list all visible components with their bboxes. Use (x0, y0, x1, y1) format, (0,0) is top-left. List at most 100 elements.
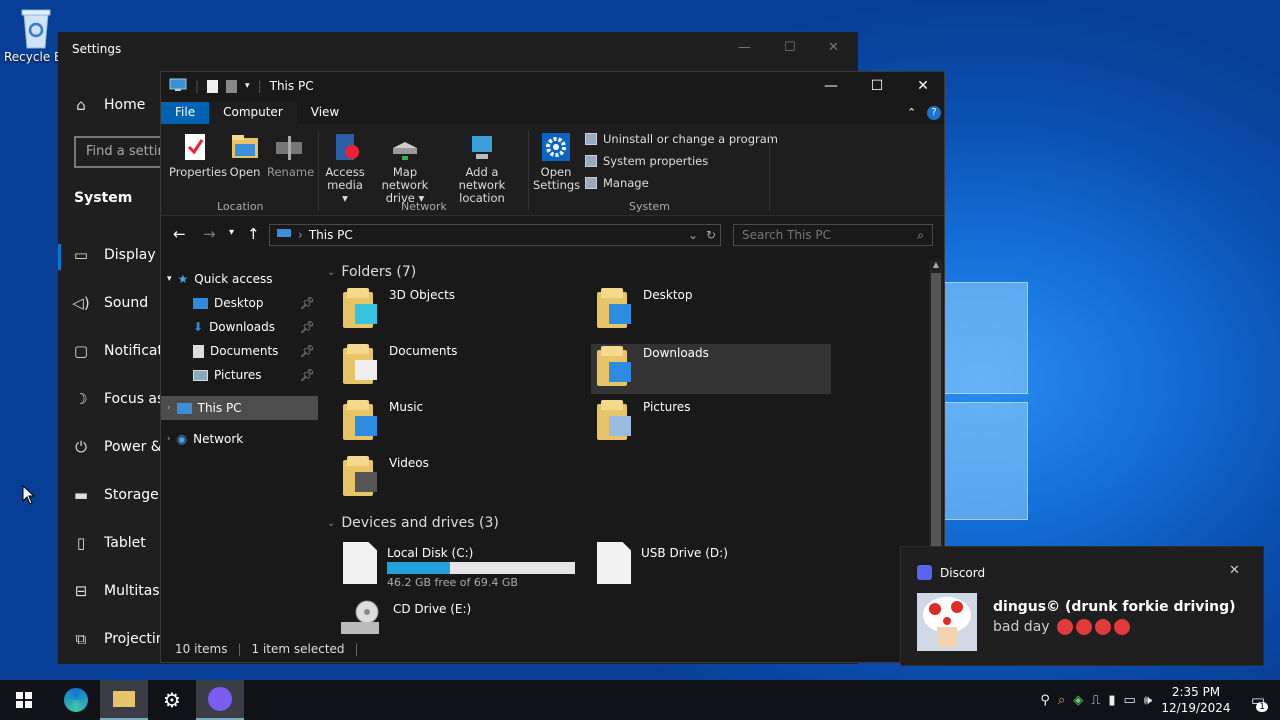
toad-avatar (917, 593, 977, 651)
settings-minimize-button[interactable]: — (738, 40, 751, 55)
drives-header[interactable]: ⌄ Devices and drives (3) (327, 515, 499, 531)
drive-e[interactable]: CD Drive (E:) (339, 598, 471, 641)
open-settings-button[interactable]: Open Settings (533, 132, 580, 192)
nav-documents[interactable]: Documents 📌︎ (193, 344, 315, 358)
network-status-icon[interactable]: ▭ (1124, 693, 1136, 708)
settings-nav-speaker[interactable]: ◁) Sound (72, 294, 148, 312)
doc-folder-icon (343, 344, 379, 384)
discord-taskbar-button[interactable] (196, 680, 244, 720)
folders-header[interactable]: ⌄ Folders (7) (327, 264, 416, 280)
devil-emoji-icon (1075, 619, 1092, 635)
group-system: System (629, 200, 671, 213)
properties-button[interactable]: Properties (169, 132, 227, 179)
explorer-taskbar-button[interactable] (100, 680, 148, 720)
drive-icon (343, 542, 377, 584)
settings-taskbar-button[interactable]: ⚙ (148, 680, 196, 720)
nav-desktop[interactable]: Desktop 📌︎ (193, 296, 315, 310)
drive-c[interactable]: Local Disk (C:) 46.2 GB free of 69.4 GB (343, 542, 583, 589)
discord-notification[interactable]: Discord ✕ dingus© (drunk forkie driving)… (900, 546, 1264, 666)
settings-nav-monitor[interactable]: ▭ Display (72, 246, 156, 264)
search-tray-icon[interactable]: ⌕ (1058, 693, 1065, 708)
explorer-minimize-button[interactable]: — (808, 72, 854, 100)
uninstall-icon (585, 133, 597, 145)
recent-locations-icon[interactable]: ▾ (229, 227, 234, 238)
nav-pictures[interactable]: Pictures 📌︎ (193, 368, 315, 382)
system-properties-button[interactable]: System properties (585, 154, 708, 168)
toast-close-button[interactable]: ✕ (1229, 563, 1240, 578)
usb-icon[interactable]: ⎍ (1091, 693, 1100, 708)
tab-file[interactable]: File (161, 102, 210, 124)
collapse-chevron-icon: ⌄ (327, 517, 336, 529)
tab-computer[interactable]: Computer (209, 102, 297, 124)
refresh-icon[interactable]: ↻ (706, 228, 716, 242)
settings-nav-storage[interactable]: ▬ Storage (72, 486, 159, 504)
network-tray-icon[interactable]: ⚲ (1040, 693, 1050, 708)
explorer-window[interactable]: | ▾ | This PC — ☐ ✕ File Computer View ⌃… (160, 71, 945, 663)
pin-icon: 📌︎ (299, 320, 315, 334)
video-folder-icon (343, 456, 379, 496)
discord-icon (917, 565, 932, 580)
address-bar[interactable]: › This PC ⌄ ↻ (269, 224, 721, 246)
folder-videos[interactable]: Videos (343, 456, 583, 506)
settings-nav-tablet[interactable]: ▯ Tablet (72, 534, 146, 552)
scroll-thumb[interactable] (931, 273, 941, 553)
settings-maximize-button[interactable]: ☐ (784, 40, 796, 55)
rename-button[interactable]: Rename (267, 132, 314, 179)
settings-nav-power[interactable]: ⏻Power & sleep (72, 438, 164, 456)
properties-icon (180, 132, 210, 162)
settings-nav-notification[interactable]: ▢Notifications & actions (72, 342, 164, 360)
collapsed-chevron-icon: › (167, 403, 171, 413)
add-network-location-button[interactable]: Add a network location (443, 132, 521, 205)
map-network-drive-button[interactable]: Map network drive ▾ (369, 132, 441, 205)
scroll-up-icon[interactable]: ▲ (929, 260, 943, 269)
newfolder-quick-icon[interactable] (226, 79, 238, 93)
explorer-search-input[interactable]: Search This PC ⌕ (733, 224, 933, 246)
settings-close-button[interactable]: ✕ (828, 40, 839, 55)
settings-home[interactable]: ⌂ Home (72, 96, 145, 114)
nav-network[interactable]: › ◉ Network (167, 432, 243, 446)
uninstall-program-button[interactable]: Uninstall or change a program (585, 132, 778, 146)
folder-3d-objects[interactable]: 3D Objects (343, 288, 583, 338)
nav-this-pc[interactable]: › This PC (161, 396, 318, 420)
forward-arrow-icon[interactable]: → (203, 225, 216, 243)
access-media-button[interactable]: Access media ▾ (323, 132, 367, 205)
settings-nav-multitask[interactable]: ⊟Multitasking (72, 582, 164, 600)
edge-taskbar-button[interactable] (52, 680, 100, 720)
manage-button[interactable]: Manage (585, 176, 649, 190)
folder-downloads[interactable]: Downloads (591, 344, 831, 394)
address-dropdown-icon[interactable]: ⌄ (688, 228, 698, 242)
explorer-maximize-button[interactable]: ☐ (854, 72, 900, 100)
explorer-close-button[interactable]: ✕ (900, 72, 946, 100)
clock[interactable]: 2:35 PM 12/19/2024 (1156, 684, 1236, 716)
action-center-button[interactable]: ▭ 1 (1236, 680, 1280, 720)
microphone-icon[interactable]: ▮ (1108, 693, 1115, 708)
open-button[interactable]: Open (227, 132, 263, 179)
volume-icon[interactable]: 🕪︎ (1144, 693, 1152, 708)
devil-emoji-icon (1113, 619, 1130, 635)
desktop-icon (193, 297, 208, 309)
folder-desktop[interactable]: Desktop (597, 288, 837, 338)
settings-nav-moon[interactable]: ☽Focus assist (72, 390, 164, 408)
drive-d[interactable]: USB Drive (D:) (597, 542, 728, 584)
up-arrow-icon[interactable]: ↑ (247, 225, 260, 243)
start-button[interactable] (0, 680, 48, 720)
toast-body: bad day (993, 619, 1130, 635)
folder-pictures[interactable]: Pictures (597, 400, 837, 450)
address-text: This PC (308, 228, 353, 242)
help-icon[interactable]: ? (927, 106, 941, 120)
folder-documents[interactable]: Documents (343, 344, 583, 394)
nav-downloads[interactable]: ⬇ Downloads 📌︎ (193, 320, 315, 334)
star-icon: ★ (177, 272, 189, 286)
back-arrow-icon[interactable]: ← (173, 225, 186, 243)
folder-music[interactable]: Music (343, 400, 583, 450)
nav-quick-access[interactable]: ▾ ★ Quick access (167, 272, 272, 286)
qat-dropdown-icon[interactable]: ▾ (245, 81, 250, 91)
properties-quick-icon[interactable] (207, 79, 219, 93)
toast-header: Discord (917, 565, 985, 580)
defender-icon[interactable]: ◈ (1073, 693, 1083, 708)
ribbon-collapse-icon[interactable]: ⌃ (907, 106, 916, 119)
settings-nav-project[interactable]: ⧉Projecting to this PC (72, 630, 164, 648)
tab-view[interactable]: View (297, 102, 353, 124)
pin-icon: 📌︎ (299, 296, 315, 310)
navigation-pane: ▾ ★ Quick access Desktop 📌︎ ⬇ Downloads 📌︎ Do… (161, 260, 318, 630)
